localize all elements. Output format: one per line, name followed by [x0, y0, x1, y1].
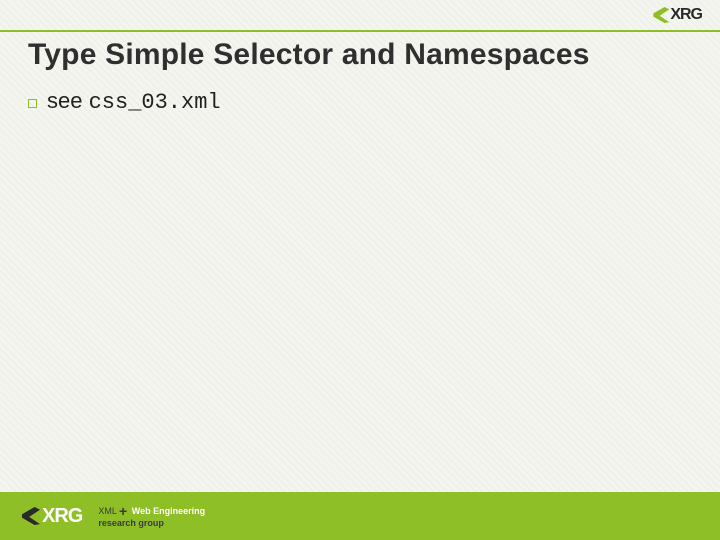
bullet-text-wrap: see css_03.xml [47, 88, 221, 115]
bullet-item: see css_03.xml [28, 88, 221, 115]
background-hatching [0, 0, 720, 540]
footer-tagline-line1: XML + Web Engineering [98, 505, 205, 518]
plus-icon: + [119, 504, 127, 518]
footer-logo: XRG [22, 505, 82, 528]
title-rule [0, 30, 720, 32]
logo-swoosh-icon [653, 7, 669, 23]
tagline-xml: XML [98, 505, 116, 515]
footer-tagline: XML + Web Engineering research group [98, 505, 205, 528]
bullet-square-icon [28, 99, 37, 108]
bullet-code: css_03.xml [89, 90, 221, 115]
tagline-web: Web Engineering [132, 505, 205, 515]
footer-bar: XRG XML + Web Engineering research group [0, 492, 720, 540]
header-logo: XRG [653, 6, 702, 24]
footer-swoosh-icon [22, 507, 40, 525]
bullet-prefix: see [47, 88, 89, 113]
footer-tagline-line2: research group [98, 519, 205, 528]
slide-title: Type Simple Selector and Namespaces [28, 38, 590, 72]
footer-logo-text: XRG [42, 505, 82, 528]
logo-text: XRG [670, 6, 702, 24]
